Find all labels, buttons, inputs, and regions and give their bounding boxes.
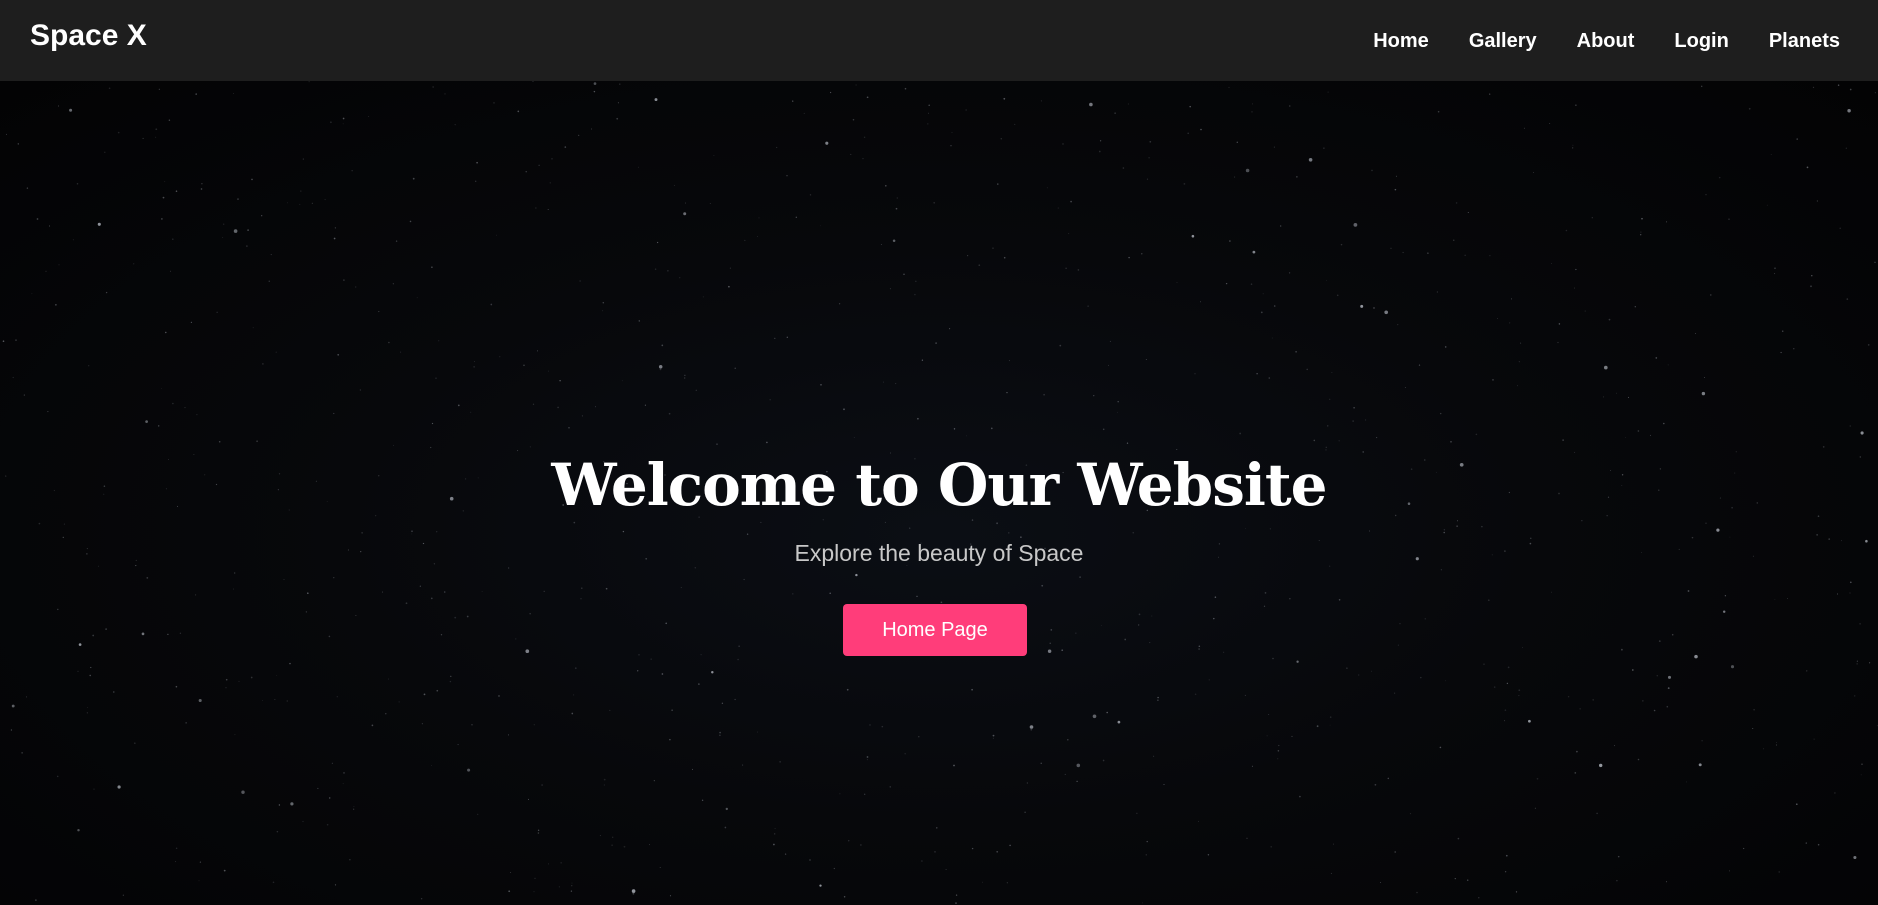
hero-subtitle: Explore the beauty of Space xyxy=(794,540,1084,566)
nav-link-home[interactable]: Home xyxy=(1373,29,1429,53)
home-page-button[interactable]: Home Page xyxy=(843,604,1027,656)
hero-section: Welcome to Our Website Explore the beaut… xyxy=(0,81,1878,905)
nav-link-gallery[interactable]: Gallery xyxy=(1469,29,1537,53)
nav-link-login[interactable]: Login xyxy=(1674,29,1728,53)
navbar: Space X Home Gallery About Login Planets xyxy=(0,0,1878,81)
nav-links: Home Gallery About Login Planets xyxy=(1373,0,1840,81)
brand-logo[interactable]: Space X xyxy=(30,16,147,56)
hero-title: Welcome to Our Website xyxy=(551,451,1327,519)
nav-link-planets[interactable]: Planets xyxy=(1769,29,1840,53)
nav-link-about[interactable]: About xyxy=(1577,29,1635,53)
